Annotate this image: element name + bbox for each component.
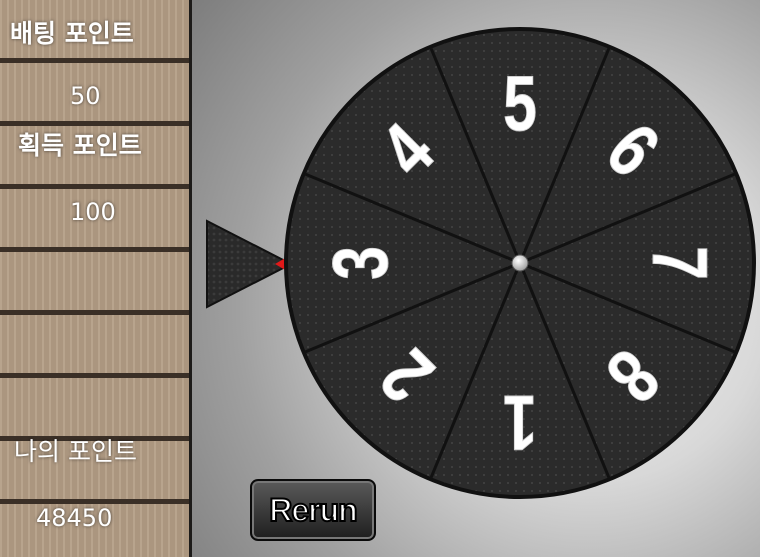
wheel-number-7: 7 bbox=[637, 246, 724, 280]
wheel-pointer bbox=[206, 219, 295, 309]
rerun-label: Rerun bbox=[268, 491, 358, 529]
spin-wheel[interactable]: 56781234 bbox=[283, 26, 757, 500]
wheel-hub bbox=[511, 254, 529, 272]
my-points-label: 나의 포인트 bbox=[14, 437, 137, 466]
wheel-number-1: 1 bbox=[503, 380, 537, 467]
wheel-number-3: 3 bbox=[317, 246, 404, 280]
side-panel: 배팅 포인트 50 획득 포인트 100 나의 포인트 48450 bbox=[0, 0, 192, 557]
rerun-button[interactable]: Rerun bbox=[250, 479, 376, 541]
wheel-number-5: 5 bbox=[503, 60, 537, 147]
win-points-label: 획득 포인트 bbox=[18, 131, 142, 160]
bet-points-label: 배팅 포인트 bbox=[10, 19, 134, 48]
